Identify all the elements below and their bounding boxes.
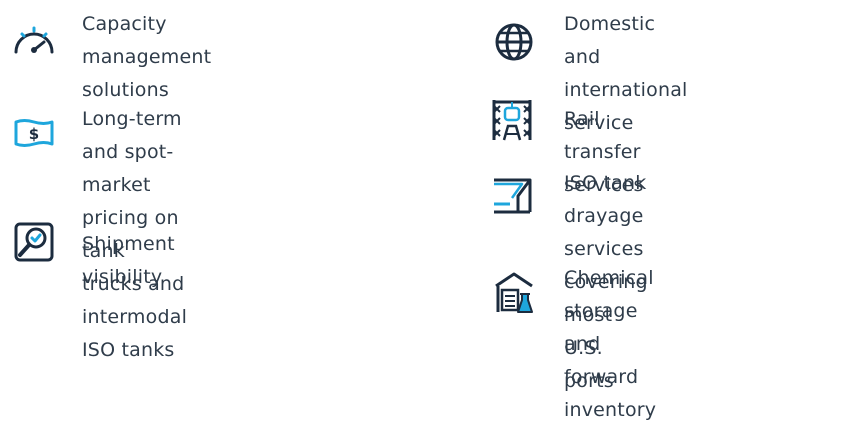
dollar-bill-icon: $ xyxy=(10,108,58,156)
feature-label: Shipment visibility xyxy=(82,233,175,288)
rail-transfer-icon xyxy=(488,96,536,144)
globe-icon xyxy=(490,18,538,66)
feature-label: Chemical storage and forward inventory xyxy=(564,267,657,421)
speedometer-icon xyxy=(10,18,58,66)
feature-label: Capacity management solutions xyxy=(82,13,212,101)
svg-text:$: $ xyxy=(29,125,39,143)
magnifier-check-icon xyxy=(10,218,58,266)
storage-flask-icon xyxy=(490,268,538,316)
port-road-icon xyxy=(492,170,540,218)
